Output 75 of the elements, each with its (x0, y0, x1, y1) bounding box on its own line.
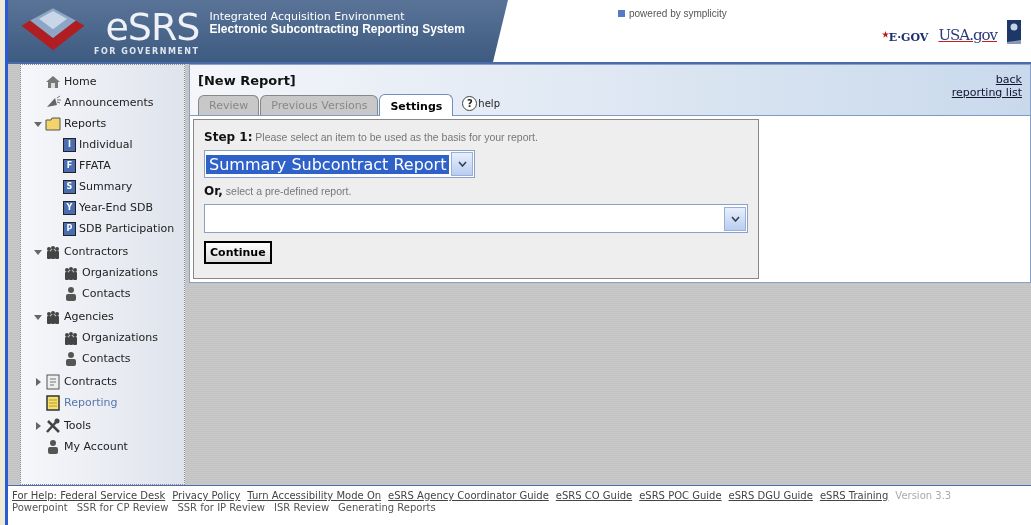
collapse-arrow-icon[interactable] (34, 312, 42, 321)
sidebar-item[interactable]: Agencies (21, 306, 184, 327)
sidebar-item[interactable]: Reporting (21, 392, 184, 413)
nav-link[interactable]: reporting list (951, 86, 1022, 99)
header-subtitle: Integrated Acquisition Environment (209, 10, 406, 23)
document-icon (45, 373, 61, 390)
footer-link[interactable]: eSRS CO Guide (555, 490, 633, 501)
footer-link[interactable]: eSRS POC Guide (639, 490, 722, 501)
sidebar-item[interactable]: Contracts (21, 371, 184, 392)
footer-link[interactable]: eSRS Training (819, 490, 889, 501)
sidebar-subitem[interactable]: I Individual (21, 134, 184, 155)
sidebar-item[interactable]: Tools (21, 415, 184, 436)
people-icon (45, 308, 61, 325)
people-icon (63, 264, 79, 281)
house-icon (45, 73, 61, 90)
people-icon (45, 243, 61, 260)
alternative-instruction: Or, select a pre-defined report. (204, 184, 353, 198)
report-type-icon: I (63, 137, 76, 152)
sidebar-item[interactable]: Home (21, 71, 184, 92)
step-instruction: Step 1: Please select an item to be used as the basis for your report. (204, 130, 539, 144)
logo-text: eSRS (105, 6, 200, 47)
footer-link[interactable]: eSRS Agency Coordinator Guide (388, 490, 549, 501)
sidebar-subitem[interactable]: P SDB Participation (21, 218, 184, 239)
report-type-icon: Y (63, 200, 76, 215)
expand-arrow-icon[interactable] (34, 377, 42, 386)
footer-link[interactable]: For Help: Federal Service Desk (12, 490, 166, 501)
header-title: Electronic Subcontracting Reporting System (209, 23, 465, 36)
sidebar-item[interactable]: My Account (21, 436, 184, 457)
version-text: Version 3.3 (895, 490, 952, 501)
collapse-arrow-icon[interactable] (34, 247, 42, 256)
footer-link[interactable]: SSR for CP Review (76, 502, 169, 513)
continue-button[interactable]: Continue (204, 241, 272, 264)
footer-link[interactable]: ISR Review (273, 502, 330, 513)
tools-icon (45, 417, 61, 434)
folder-icon (45, 115, 61, 132)
report-type-icon: S (63, 179, 76, 194)
footer-link[interactable]: Turn Accessibility Mode On (247, 490, 382, 501)
sidebar-subitem[interactable]: Contacts (21, 283, 184, 304)
sidebar-subitem[interactable]: Contacts (21, 348, 184, 369)
predefined-report-select[interactable] (204, 204, 748, 233)
powered-by-text: powered by symplicity (629, 8, 727, 19)
sidebar-subitem[interactable]: S Summary (21, 176, 184, 197)
report-type-icon: F (63, 158, 76, 173)
people-icon (63, 329, 79, 346)
square-bullet-icon (618, 10, 625, 17)
person-icon (63, 285, 79, 302)
help-link[interactable]: help (478, 98, 500, 109)
seal-logo-icon (1007, 20, 1021, 44)
footer-link[interactable]: SSR for IP Review (177, 502, 265, 513)
footer-link[interactable]: Powerpoint (12, 502, 68, 513)
person-icon (63, 350, 79, 367)
footer-link[interactable]: eSRS DGU Guide (728, 490, 813, 501)
tab[interactable]: Settings (379, 94, 454, 116)
sidebar-subitem[interactable]: Y Year-End SDB (21, 197, 184, 218)
person-icon (45, 438, 61, 455)
panel-title: [New Report] (198, 73, 297, 88)
report-type-icon: P (63, 221, 76, 236)
egov-logo[interactable]: E·GOV (881, 31, 929, 44)
sidebar-item[interactable]: Reports (21, 113, 184, 134)
expand-arrow-icon[interactable] (34, 421, 42, 430)
logo-subtitle: FOR GOVERNMENT (94, 46, 200, 56)
report-type-select[interactable]: Summary Subcontract Report (204, 150, 476, 178)
nav-link[interactable]: back (995, 73, 1022, 86)
sidebar-item[interactable]: Announcements (21, 92, 184, 113)
notepad-icon (45, 394, 61, 411)
footer-link[interactable]: Privacy Policy (172, 490, 241, 501)
sidebar-subitem[interactable]: F FFATA (21, 155, 184, 176)
usagov-logo[interactable]: USA.gov (938, 26, 997, 44)
sidebar-subitem[interactable]: Organizations (21, 327, 184, 348)
sidebar-item[interactable]: Contractors (21, 241, 184, 262)
star-icon (881, 31, 889, 38)
sidebar-subitem[interactable]: Organizations (21, 262, 184, 283)
footer-link[interactable]: Generating Reports (338, 502, 436, 513)
collapse-arrow-icon[interactable] (34, 119, 42, 128)
help-icon[interactable]: ? (462, 96, 478, 111)
